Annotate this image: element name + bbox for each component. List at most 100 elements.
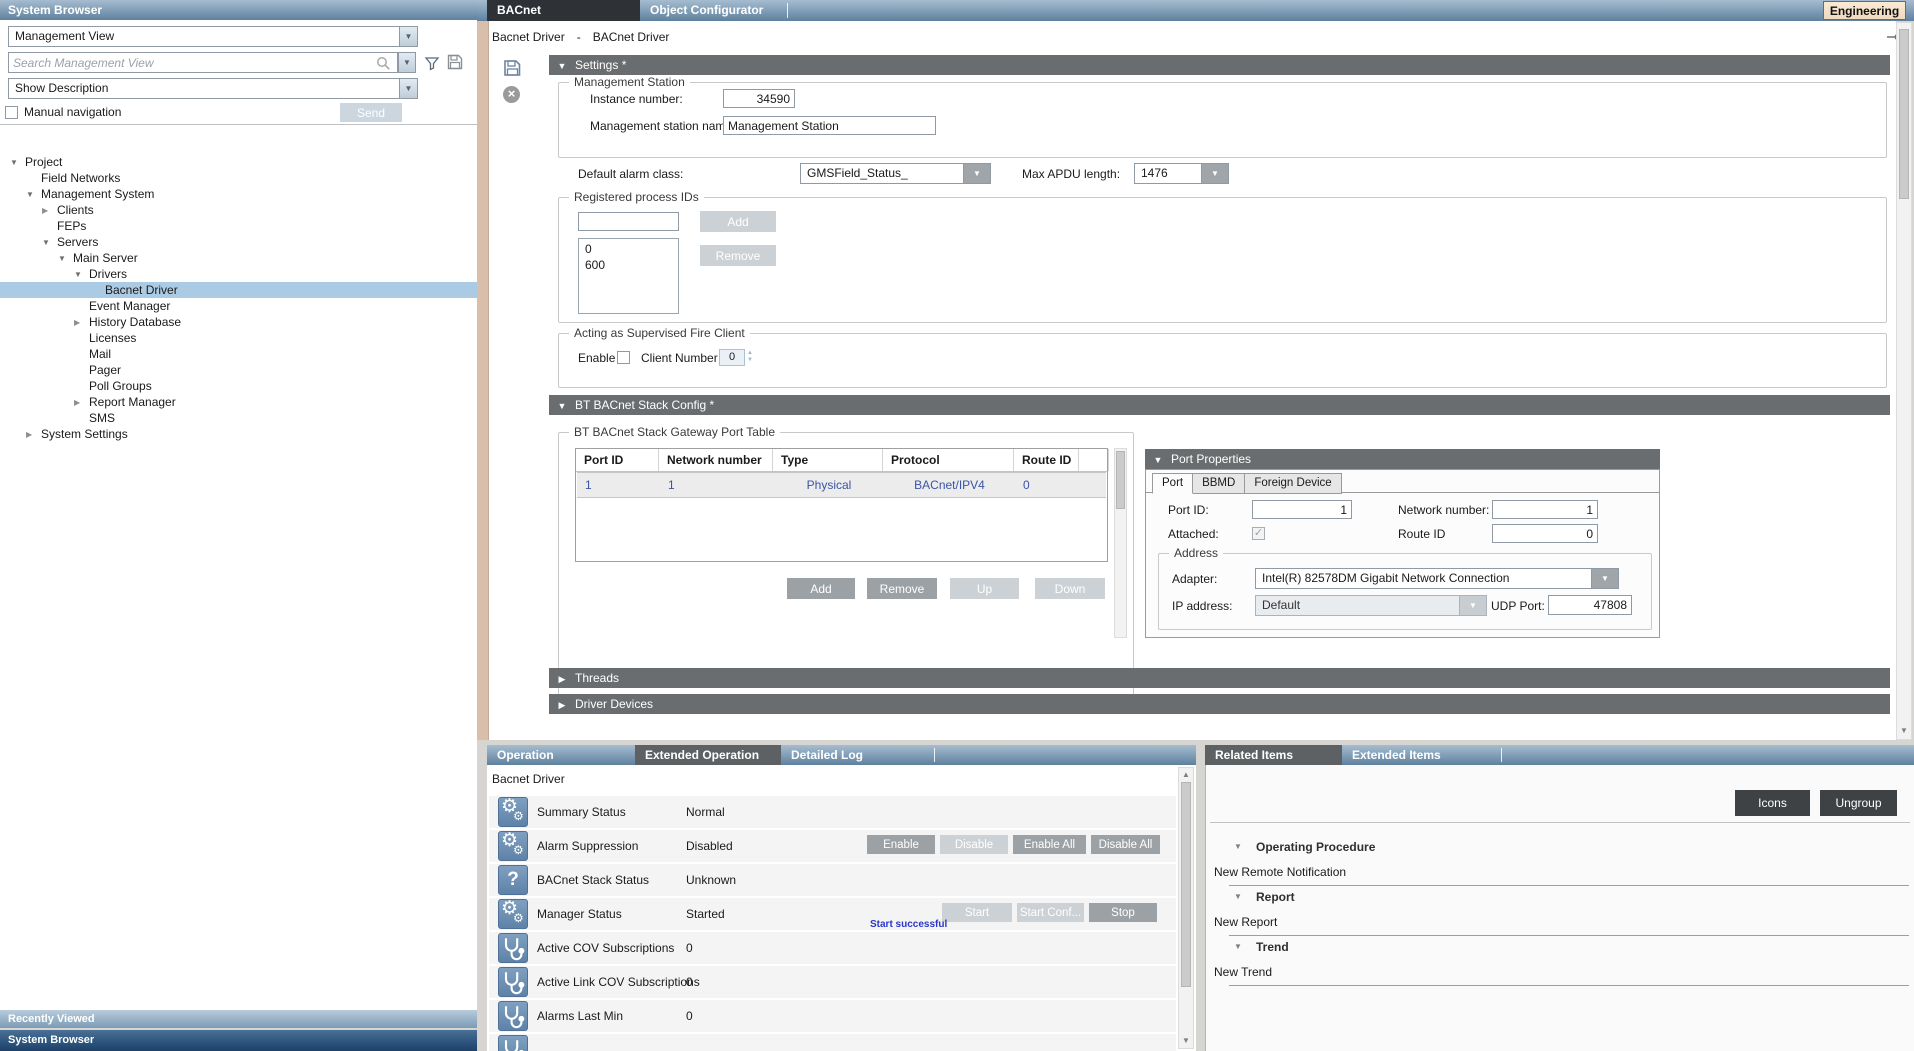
- splitter-strip[interactable]: [477, 21, 489, 740]
- process-id-list[interactable]: 0600: [578, 238, 679, 314]
- process-id-add-button[interactable]: Add: [700, 211, 776, 232]
- ungroup-button[interactable]: Ungroup: [1820, 790, 1897, 816]
- stop-button[interactable]: Stop: [1089, 903, 1157, 922]
- description-selector[interactable]: Show Description ▼: [8, 78, 418, 99]
- breadcrumb-primary[interactable]: Bacnet Driver: [492, 29, 565, 45]
- tree-item-servers[interactable]: ▼Servers: [0, 234, 477, 250]
- operation-scrollbar-thumb[interactable]: [1181, 782, 1191, 987]
- client-number-spinner[interactable]: 0: [719, 349, 745, 366]
- table-scrollbar[interactable]: [1114, 448, 1127, 638]
- ip-address-dropdown[interactable]: Default ▼: [1255, 595, 1487, 616]
- table-up-button[interactable]: Up: [950, 578, 1019, 599]
- default-alarm-class-dropdown[interactable]: GMSField_Status_ ▼: [800, 163, 991, 184]
- tab-related-items[interactable]: Related Items: [1205, 745, 1342, 765]
- scroll-down-icon[interactable]: ▼: [1179, 1035, 1193, 1047]
- operation-scrollbar[interactable]: ▲ ▼: [1178, 767, 1194, 1049]
- engineering-mode-button[interactable]: Engineering: [1823, 1, 1906, 20]
- chevron-down-icon[interactable]: ▼: [1201, 163, 1229, 184]
- collapse-arrow-icon[interactable]: ▼: [1145, 450, 1171, 470]
- tree-expand-closed-icon[interactable]: ▶: [74, 395, 80, 411]
- adapter-dropdown[interactable]: Intel(R) 82578DM Gigabit Network Connect…: [1255, 568, 1619, 589]
- main-scrollbar-thumb[interactable]: [1899, 29, 1909, 199]
- tree-expand-open-icon[interactable]: ▼: [74, 267, 82, 283]
- settings-section-header[interactable]: ▼Settings *: [549, 55, 1890, 75]
- save-search-icon[interactable]: [446, 53, 464, 71]
- filter-icon[interactable]: [424, 55, 440, 71]
- tab-object-configurator[interactable]: Object Configurator: [640, 0, 782, 21]
- collapse-arrow-icon[interactable]: ▶: [549, 695, 575, 715]
- network-number-input[interactable]: [1492, 500, 1598, 519]
- related-item-new-remote-notification[interactable]: New Remote Notification: [1214, 864, 1346, 880]
- start-button[interactable]: Start: [942, 903, 1012, 922]
- table-column-blank[interactable]: [1079, 449, 1109, 471]
- tree-expand-closed-icon[interactable]: ▶: [74, 315, 80, 331]
- recently-viewed-bar[interactable]: Recently Viewed: [0, 1010, 477, 1028]
- gateway-port-table[interactable]: Port IDNetwork numberTypeProtocolRoute I…: [575, 448, 1108, 562]
- tab-extended-items[interactable]: Extended Items: [1342, 745, 1490, 765]
- process-id-list-item[interactable]: 0: [579, 241, 678, 257]
- process-id-input[interactable]: [578, 212, 679, 231]
- main-scrollbar[interactable]: ▼: [1896, 22, 1912, 740]
- udp-port-input[interactable]: [1548, 595, 1632, 615]
- table-column-type[interactable]: Type: [773, 449, 883, 471]
- collapse-arrow-icon[interactable]: ▼: [1234, 889, 1242, 905]
- related-item-new-trend[interactable]: New Trend: [1214, 964, 1272, 980]
- spinner-arrows-icon[interactable]: ▲▼: [747, 350, 755, 364]
- table-add-button[interactable]: Add: [787, 578, 855, 599]
- table-scrollbar-thumb[interactable]: [1116, 451, 1125, 509]
- driver-devices-section-header[interactable]: ▶Driver Devices: [549, 694, 1890, 714]
- tree-expand-open-icon[interactable]: ▼: [10, 155, 18, 171]
- max-apdu-dropdown[interactable]: 1476 ▼: [1134, 163, 1229, 184]
- search-input[interactable]: [8, 52, 398, 73]
- enable-button[interactable]: Enable: [867, 835, 935, 854]
- view-selector[interactable]: Management View ▼: [8, 26, 418, 47]
- breadcrumb-secondary[interactable]: BACnet Driver: [593, 29, 670, 45]
- send-button[interactable]: Send: [340, 103, 402, 122]
- tree-item-event-manager[interactable]: Event Manager: [0, 298, 477, 314]
- save-icon[interactable]: [502, 58, 522, 78]
- disable-button[interactable]: Disable: [940, 835, 1008, 854]
- threads-section-header[interactable]: ▶Threads: [549, 668, 1890, 688]
- stack-config-section-header[interactable]: ▼BT BACnet Stack Config *: [549, 395, 1890, 415]
- tree-expand-open-icon[interactable]: ▼: [58, 251, 66, 267]
- collapse-arrow-icon[interactable]: ▼: [549, 396, 575, 416]
- tree-item-pager[interactable]: Pager: [0, 362, 477, 378]
- port-prop-tab-foreign-device[interactable]: Foreign Device: [1244, 473, 1341, 494]
- related-group-operating-procedure[interactable]: Operating Procedure: [1256, 839, 1375, 855]
- start-conf-button[interactable]: Start Conf...: [1017, 903, 1084, 922]
- route-id-input[interactable]: [1492, 524, 1598, 543]
- table-remove-button[interactable]: Remove: [867, 578, 937, 599]
- table-down-button[interactable]: Down: [1035, 578, 1105, 599]
- port-id-input[interactable]: [1252, 500, 1352, 519]
- scroll-up-icon[interactable]: ▲: [1179, 769, 1193, 781]
- tree-item-drivers[interactable]: ▼Drivers: [0, 266, 477, 282]
- search-options-chevron-icon[interactable]: ▼: [398, 52, 416, 73]
- tree-expand-closed-icon[interactable]: ▶: [26, 427, 32, 443]
- tree-item-bacnet-driver[interactable]: Bacnet Driver: [0, 282, 477, 298]
- tree-expand-open-icon[interactable]: ▼: [26, 187, 34, 203]
- related-group-trend[interactable]: Trend: [1256, 939, 1289, 955]
- tree-item-report-manager[interactable]: ▶Report Manager: [0, 394, 477, 410]
- collapse-arrow-icon[interactable]: ▼: [1234, 839, 1242, 855]
- tree-item-project[interactable]: ▼Project: [0, 154, 477, 170]
- tree-item-history-database[interactable]: ▶History Database: [0, 314, 477, 330]
- attached-checkbox[interactable]: ✓: [1252, 527, 1265, 540]
- port-prop-tab-port[interactable]: Port: [1152, 473, 1193, 494]
- tab-bacnet[interactable]: BACnet: [487, 0, 640, 21]
- tree-item-field-networks[interactable]: Field Networks: [0, 170, 477, 186]
- chevron-down-icon[interactable]: ▼: [399, 26, 418, 47]
- disable-all-button[interactable]: Disable All: [1091, 835, 1160, 854]
- related-item-new-report[interactable]: New Report: [1214, 914, 1277, 930]
- icons-button[interactable]: Icons: [1735, 790, 1810, 816]
- tree-item-feps[interactable]: FEPs: [0, 218, 477, 234]
- chevron-down-icon[interactable]: ▼: [399, 78, 418, 99]
- discard-icon[interactable]: ×: [503, 86, 520, 103]
- port-properties-header[interactable]: ▼Port Properties: [1145, 449, 1660, 469]
- tree-item-poll-groups[interactable]: Poll Groups: [0, 378, 477, 394]
- tab-operation[interactable]: Operation: [487, 745, 635, 765]
- table-column-route-id[interactable]: Route ID: [1014, 449, 1079, 471]
- table-column-protocol[interactable]: Protocol: [883, 449, 1014, 471]
- enable-all-button[interactable]: Enable All: [1013, 835, 1086, 854]
- manual-navigation-checkbox[interactable]: [5, 106, 18, 119]
- chevron-down-icon[interactable]: ▼: [963, 163, 991, 184]
